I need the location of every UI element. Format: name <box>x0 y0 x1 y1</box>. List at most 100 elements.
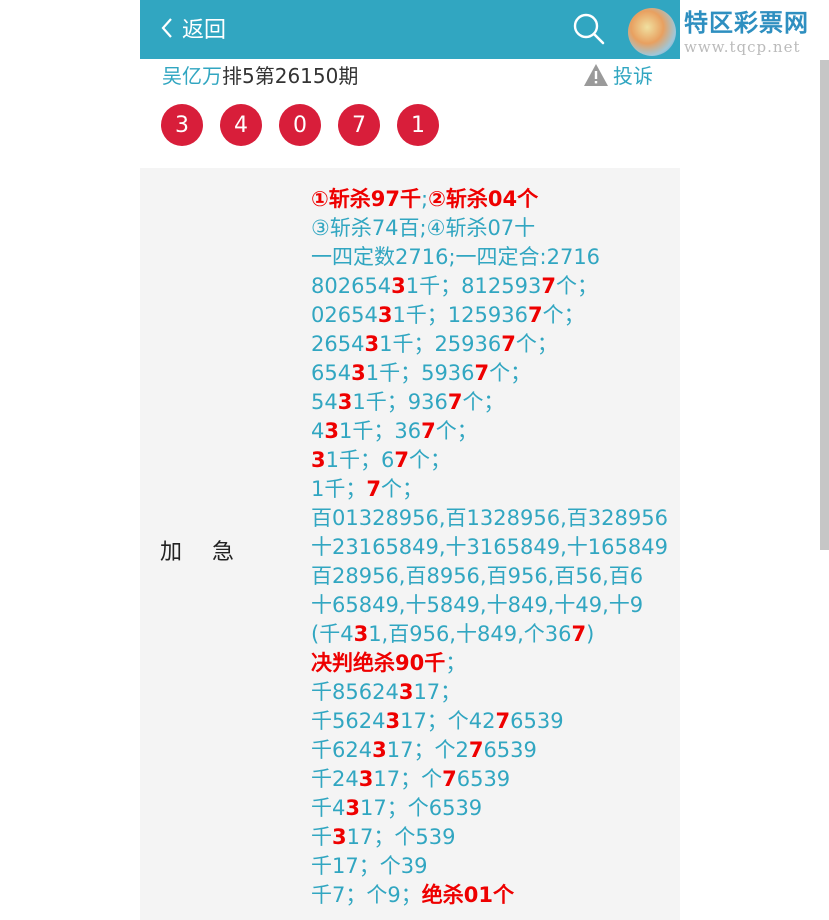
line-text: 千24 <box>311 767 359 791</box>
highlight-text: 7 <box>447 390 463 414</box>
line-text: 一四定数2716;一四定合:2716 <box>311 245 601 269</box>
site-logo[interactable]: 特区彩票网 www.tqcp.net <box>628 8 809 56</box>
prediction-line: 431千；367个； <box>311 417 671 446</box>
line-text: 17；个 <box>373 767 443 791</box>
line-text: 1千；6 <box>325 448 395 472</box>
line-text: 1千；812593 <box>405 274 542 298</box>
line-text: 17；个42 <box>400 709 496 733</box>
highlight-text: 7 <box>501 332 516 356</box>
highlight-text: ②斩杀04个 <box>428 187 539 211</box>
highlight-text: 7 <box>421 419 436 443</box>
highlight-text: 决判绝杀90千 <box>311 651 446 675</box>
line-text: 千7；个9； <box>311 883 422 907</box>
line-text: 1千；5936 <box>365 361 475 385</box>
search-button[interactable] <box>572 12 606 50</box>
highlight-text: 7 <box>571 622 587 646</box>
line-text: 千5624 <box>311 709 386 733</box>
prediction-line: 31千；67个； <box>311 446 671 475</box>
highlight-text: 7 <box>495 709 511 733</box>
line-text: 802654 <box>311 274 392 298</box>
line-text: 个； <box>542 303 585 327</box>
prediction-line: 十23165849,十3165849,十165849 <box>311 533 671 562</box>
line-text: 1千；936 <box>352 390 448 414</box>
line-text: 54 <box>311 390 338 414</box>
author-link[interactable]: 吴亿万 <box>162 64 222 88</box>
line-text: 千624 <box>311 738 373 762</box>
top-header: 返回 <box>140 0 680 59</box>
line-text: 个； <box>408 448 451 472</box>
logo-url: www.tqcp.net <box>684 38 801 56</box>
back-label: 返回 <box>182 18 227 43</box>
draw-numbers: 34071 <box>161 104 456 146</box>
line-text: 千17；个39 <box>311 854 428 878</box>
highlight-text: 3 <box>364 332 380 356</box>
back-button[interactable]: 返回 <box>160 12 226 44</box>
highlight-text: 7 <box>366 477 381 501</box>
prediction-line: 千5624317；个4276539 <box>311 707 671 736</box>
number-ball: 3 <box>161 104 203 146</box>
line-text: 1千； <box>311 477 367 501</box>
line-text: 个； <box>555 274 598 298</box>
highlight-text: 7 <box>442 767 457 791</box>
highlight-text: 3 <box>332 825 347 849</box>
prediction-line: 千85624317； <box>311 678 671 707</box>
line-text: 千85624 <box>311 680 399 704</box>
line-text: 4 <box>311 419 325 443</box>
prediction-line: 千17；个39 <box>311 852 671 881</box>
prediction-line: 0265431千；1259367个； <box>311 301 671 330</box>
number-ball: 7 <box>338 104 380 146</box>
line-text: 6539 <box>483 738 537 762</box>
prediction-line: 百28956,百8956,百956,百56,百6 <box>311 562 671 591</box>
line-text: 1千；25936 <box>379 332 502 356</box>
prediction-line: 千624317；个276539 <box>311 736 671 765</box>
line-text: 1,百956,十849,个36 <box>368 622 572 646</box>
highlight-text: 3 <box>358 767 374 791</box>
prediction-line: 265431千；259367个； <box>311 330 671 359</box>
prediction-line: 十65849,十5849,十849,十49,十9 <box>311 591 671 620</box>
line-text: 个； <box>381 477 423 501</box>
line-text: 17；个2 <box>386 738 469 762</box>
logo-name: 特区彩票网 <box>684 9 809 37</box>
highlight-text: 3 <box>391 274 406 298</box>
highlight-text: 3 <box>337 390 353 414</box>
line-text: 个； <box>435 419 478 443</box>
complain-button[interactable]: 投诉 <box>583 60 653 89</box>
line-text: ③斩杀74百;④斩杀07十 <box>311 216 536 240</box>
line-text: 02654 <box>311 303 378 327</box>
highlight-text: 3 <box>372 738 387 762</box>
prediction-content: ①斩杀97千;②斩杀04个 ③斩杀74百;④斩杀07十一四定数2716;一四定合:… <box>311 185 671 910</box>
highlight-text: 3 <box>353 622 369 646</box>
line-text: 十65849,十5849,十849,十49,十9 <box>311 593 644 617</box>
prediction-line: 80265431千；8125937个； <box>311 272 671 301</box>
highlight-text: 7 <box>468 738 484 762</box>
line-text: 十23165849,十3165849,十165849 <box>311 535 668 559</box>
highlight-text: 7 <box>394 448 409 472</box>
line-text: 1千；36 <box>339 419 422 443</box>
highlight-text: ①斩杀97千 <box>311 187 422 211</box>
prediction-line: 决判绝杀90千； <box>311 649 671 678</box>
line-text: 百28956,百8956,百956,百56,百6 <box>311 564 644 588</box>
line-text: 千 <box>311 825 332 849</box>
prediction-line: 百01328956,百1328956,百328956 <box>311 504 671 533</box>
line-text: ) <box>586 622 595 646</box>
highlight-text: 3 <box>377 303 393 327</box>
warning-icon <box>584 63 608 86</box>
prediction-line: 千24317；个76539 <box>311 765 671 794</box>
line-text: 654 <box>311 361 352 385</box>
line-text: 千4 <box>311 796 346 820</box>
prediction-line: 千4317；个6539 <box>311 794 671 823</box>
number-ball: 0 <box>279 104 321 146</box>
scrollbar[interactable] <box>820 60 829 550</box>
prediction-line: (千431,百956,十849,个367) <box>311 620 671 649</box>
line-text: 17；个539 <box>346 825 456 849</box>
line-text: 个； <box>489 361 532 385</box>
prediction-line: 千7；个9；绝杀01个 <box>311 881 671 910</box>
line-text: 6539 <box>456 767 511 791</box>
line-text: 1千；125936 <box>392 303 528 327</box>
page-title: 吴亿万排5第26150期 <box>162 60 358 89</box>
prediction-line: ①斩杀97千;②斩杀04个 <box>311 185 671 214</box>
prediction-line: 一四定数2716;一四定合:2716 <box>311 243 671 272</box>
highlight-text: 7 <box>541 274 556 298</box>
highlight-text: 3 <box>398 680 414 704</box>
search-icon <box>573 13 605 45</box>
